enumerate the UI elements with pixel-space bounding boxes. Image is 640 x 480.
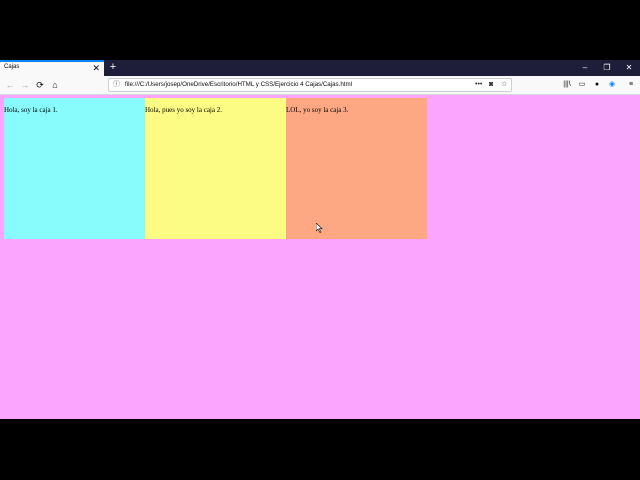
back-icon[interactable]: ← [3, 76, 17, 94]
menu-icon[interactable]: ≡ [625, 76, 637, 94]
caja-3: LOL, yo soy la caja 3. [286, 98, 427, 239]
home-icon[interactable]: ⌂ [48, 76, 62, 94]
minimize-button[interactable]: – [574, 60, 596, 76]
extension-icon[interactable]: ◉ [606, 76, 618, 94]
caja-1-text: Hola, soy la caja 1. [4, 106, 58, 114]
reload-icon[interactable]: ⟳ [33, 76, 47, 94]
bookmark-star-icon[interactable]: ☆ [501, 79, 507, 91]
url-text[interactable]: file:///C:/Users/josep/OneDrive/Escritor… [125, 79, 352, 91]
caja-2: Hola, pues yo soy la caja 2. [145, 98, 286, 239]
page-content: Hola, soy la caja 1. Hola, pues yo soy l… [0, 95, 640, 419]
navigation-toolbar: ← → ⟳ ⌂ ⓘ file:///C:/Users/josep/OneDriv… [0, 76, 640, 95]
sidebar-icon[interactable]: ▭ [576, 76, 588, 94]
new-tab-button[interactable]: + [108, 60, 118, 76]
account-icon[interactable]: ● [591, 76, 603, 94]
window-close-button[interactable]: ✕ [618, 60, 640, 76]
tab-title: Cajas [4, 64, 20, 70]
tab-strip: Cajas ✕ + – ❐ ✕ [0, 60, 640, 76]
url-bar[interactable]: ⓘ file:///C:/Users/josep/OneDrive/Escrit… [108, 78, 512, 92]
mouse-cursor-icon [316, 223, 323, 233]
site-info-icon[interactable]: ⓘ [113, 79, 120, 91]
tab-close-icon[interactable]: ✕ [92, 62, 100, 74]
forward-icon[interactable]: → [18, 76, 32, 94]
library-icon[interactable]: |||\ [561, 76, 573, 94]
restore-button[interactable]: ❐ [596, 60, 618, 76]
caja-3-text: LOL, yo soy la caja 3. [286, 106, 349, 114]
caja-1: Hola, soy la caja 1. [4, 98, 145, 239]
caja-2-text: Hola, pues yo soy la caja 2. [145, 106, 222, 114]
tab-cajas[interactable]: Cajas ✕ [0, 60, 104, 76]
page-actions-icon[interactable]: ••• [475, 79, 482, 91]
pocket-icon[interactable]: ◙ [489, 79, 493, 91]
browser-window: Cajas ✕ + – ❐ ✕ ← → ⟳ ⌂ ⓘ file:///C:/Use… [0, 60, 640, 419]
